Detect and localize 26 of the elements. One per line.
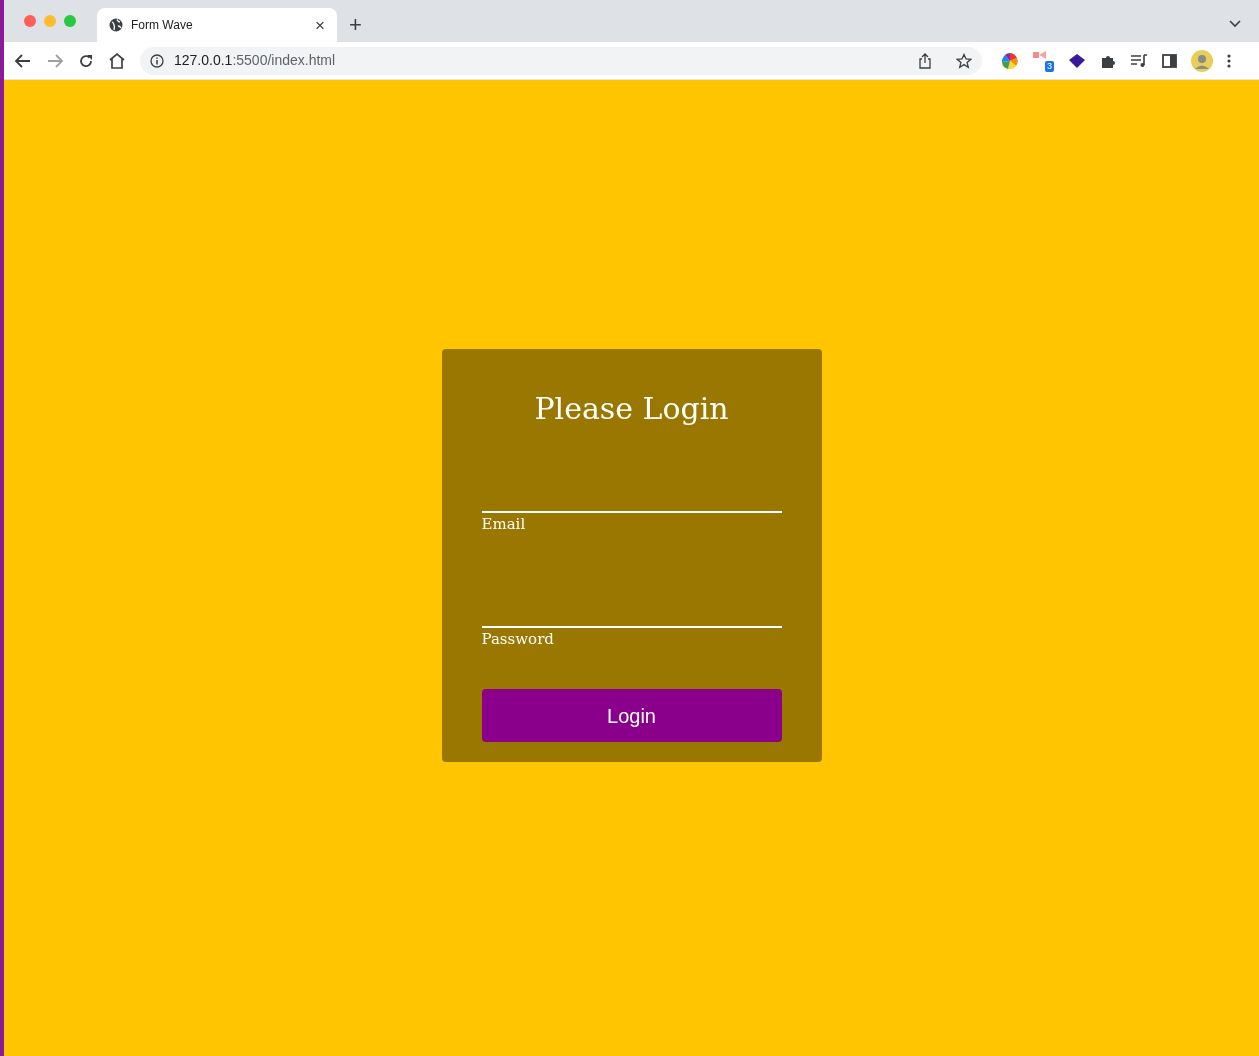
layers-icon[interactable] bbox=[1068, 52, 1086, 69]
field-label: Password bbox=[481, 629, 555, 649]
forward-arrow-icon[interactable] bbox=[46, 52, 64, 69]
new-tab-button[interactable]: + bbox=[349, 14, 362, 36]
star-icon[interactable] bbox=[956, 52, 972, 69]
back-arrow-icon[interactable] bbox=[14, 52, 32, 69]
globe-icon bbox=[109, 18, 123, 32]
reading-list-icon[interactable] bbox=[1130, 53, 1148, 68]
side-panel-icon[interactable] bbox=[1162, 53, 1177, 68]
chevron-down-icon[interactable] bbox=[1229, 20, 1241, 28]
form-title: Please Login bbox=[533, 390, 730, 428]
avatar-icon[interactable] bbox=[1191, 49, 1213, 72]
extension-badge: 3 bbox=[1045, 60, 1054, 72]
color-wheel-icon[interactable] bbox=[1002, 52, 1018, 69]
field-label: Email bbox=[481, 514, 527, 534]
close-tab-button[interactable]: × bbox=[315, 16, 325, 34]
more-options-icon[interactable] bbox=[1227, 53, 1231, 68]
address-bar[interactable]: 127.0.0.1:5500/index.html bbox=[140, 46, 982, 75]
info-icon bbox=[150, 53, 164, 68]
browser-tab[interactable]: Form Wave × bbox=[97, 8, 337, 42]
home-icon[interactable] bbox=[108, 52, 126, 69]
url-text: 127.0.0.1:5500/index.html bbox=[174, 51, 337, 70]
reload-icon[interactable] bbox=[78, 52, 94, 69]
share-icon[interactable] bbox=[918, 52, 932, 69]
login-button[interactable]: Login bbox=[481, 689, 782, 742]
tab-title: Form Wave bbox=[131, 17, 194, 34]
